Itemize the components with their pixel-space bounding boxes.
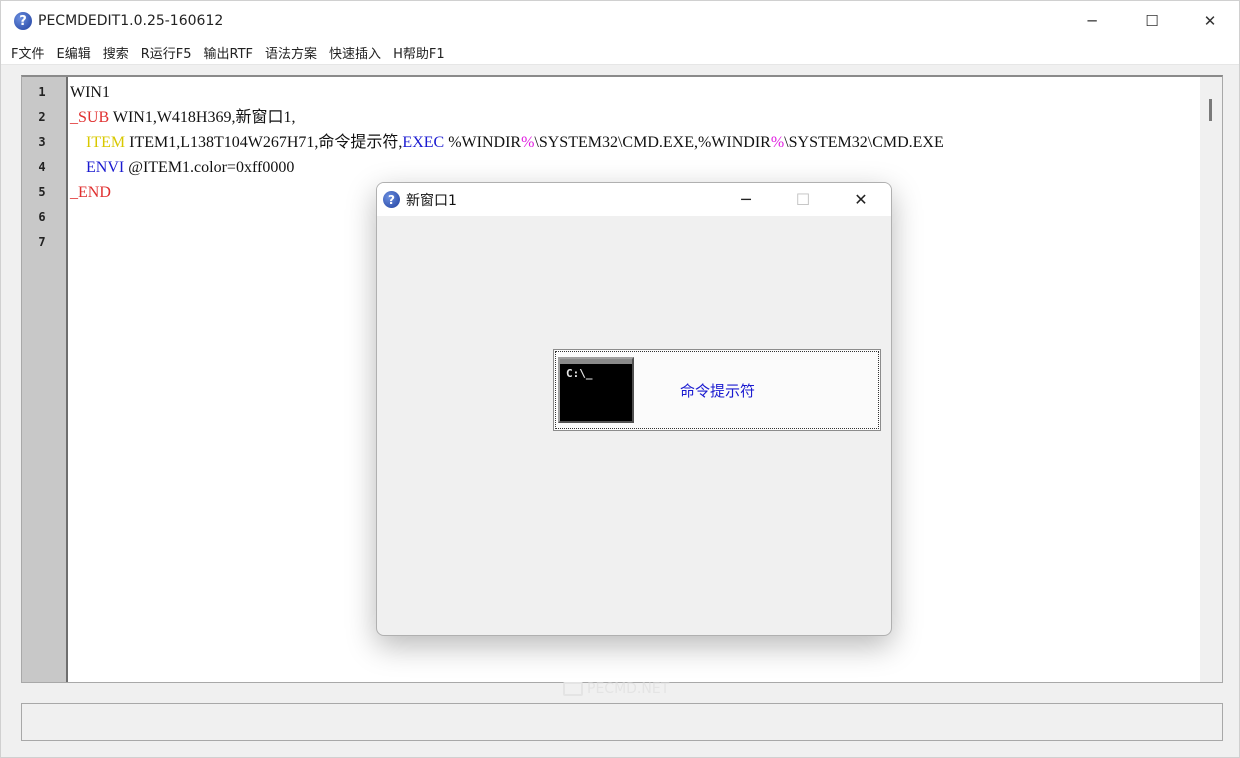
code-line[interactable]: WIN1 — [70, 80, 110, 105]
code-token: %WINDIR — [444, 134, 522, 151]
preview-minimize-button[interactable]: ─ — [717, 183, 775, 216]
menu-export-rtf[interactable]: 输出RTF — [198, 43, 260, 62]
maximize-button[interactable]: ☐ — [1123, 1, 1181, 41]
menu-run[interactable]: R运行F5 — [135, 43, 198, 62]
scrollbar-thumb[interactable] — [1209, 99, 1212, 121]
title-bar[interactable]: ? PECMDEDIT1.0.25-160612 ─ ☐ ✕ — [1, 1, 1239, 41]
line-number: 6 — [38, 210, 46, 224]
preview-maximize-button[interactable]: ☐ — [774, 183, 832, 216]
line-number: 3 — [38, 135, 46, 149]
cmd-prompt-button[interactable]: C:\_ 命令提示符 — [553, 349, 881, 431]
code-token: _SUB — [70, 109, 110, 126]
code-token: EXEC — [402, 134, 445, 151]
status-bar — [21, 703, 1223, 741]
code-token: ITEM1,L138T104W267H71,命令提示符, — [125, 134, 403, 151]
preview-title-bar[interactable]: ? 新窗口1 ─ ☐ ✕ — [377, 183, 891, 216]
preview-title: 新窗口1 — [406, 192, 457, 209]
menu-syntax-scheme[interactable]: 语法方案 — [259, 43, 323, 62]
line-number-gutter: 1 2 3 4 5 6 7 — [22, 77, 68, 682]
preview-close-button[interactable]: ✕ — [832, 183, 890, 216]
line-number: 7 — [38, 235, 46, 249]
vertical-scrollbar[interactable] — [1200, 77, 1222, 682]
close-button[interactable]: ✕ — [1181, 1, 1239, 41]
code-token: ENVI — [86, 159, 125, 176]
cmd-prompt-icon: C:\_ — [558, 357, 634, 423]
menu-quick-insert[interactable]: 快速插入 — [323, 43, 387, 62]
cmd-icon-titlebar — [560, 359, 632, 364]
code-token: ITEM — [86, 134, 126, 151]
code-token: WIN1,W418H369,新窗口1, — [109, 109, 296, 126]
code-line[interactable]: ENVI @ITEM1.color=0xff0000 — [70, 155, 294, 180]
cmd-icon-text: C:\_ — [566, 367, 593, 380]
question-icon: ? — [14, 12, 32, 30]
preview-window: ? 新窗口1 ─ ☐ ✕ C:\_ 命令提示符 — [376, 182, 892, 636]
line-number: 1 — [38, 85, 46, 99]
code-token: % — [521, 134, 535, 151]
line-number: 5 — [38, 185, 46, 199]
code-token: \SYSTEM32\CMD.EXE — [784, 134, 944, 151]
menu-bar: F文件 E编辑 搜索 R运行F5 输出RTF 语法方案 快速插入 H帮助F1 — [1, 41, 1239, 65]
watermark-text: PECMD.NET — [587, 681, 670, 697]
code-line[interactable]: ITEM ITEM1,L138T104W267H71,命令提示符,EXEC %W… — [70, 130, 944, 155]
menu-search[interactable]: 搜索 — [97, 43, 135, 62]
code-token: \SYSTEM32\CMD.EXE,%WINDIR — [534, 134, 771, 151]
menu-edit[interactable]: E编辑 — [50, 43, 96, 62]
code-token: WIN1 — [70, 84, 110, 101]
code-token: @ITEM1.color=0xff0000 — [124, 159, 295, 176]
menu-help[interactable]: H帮助F1 — [387, 43, 451, 62]
watermark: PECMD.NET — [563, 681, 669, 697]
minimize-button[interactable]: ─ — [1063, 1, 1121, 41]
question-icon: ? — [383, 191, 400, 208]
code-line[interactable]: _END — [70, 180, 111, 205]
menu-file[interactable]: F文件 — [1, 43, 50, 62]
code-token: _END — [70, 184, 111, 201]
code-token: % — [770, 134, 785, 151]
code-line[interactable]: _SUB WIN1,W418H369,新窗口1, — [70, 105, 295, 130]
line-number: 2 — [38, 110, 46, 124]
monitor-icon — [563, 682, 583, 696]
app-title: PECMDEDIT1.0.25-160612 — [38, 13, 224, 29]
cmd-prompt-label: 命令提示符 — [680, 382, 756, 400]
line-number: 4 — [38, 160, 46, 174]
